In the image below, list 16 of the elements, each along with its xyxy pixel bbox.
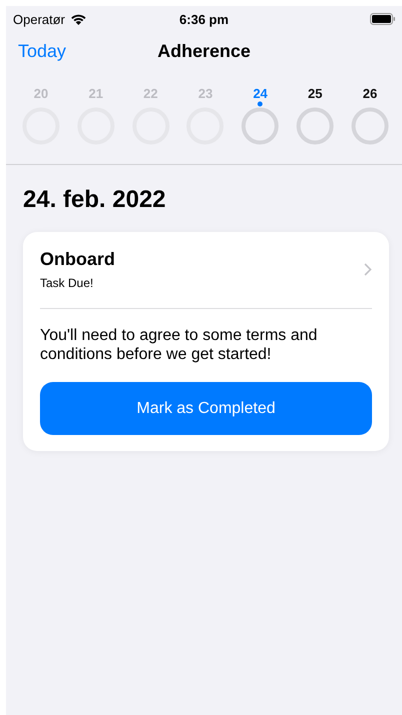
day-number[interactable]: 26 [362, 86, 378, 101]
chevron-right-icon[interactable] [364, 263, 372, 276]
task-description: You'll need to agree to some terms and conditions before we get started! [40, 326, 318, 364]
carrier-name: Operatør [13, 12, 66, 26]
date-heading: 24. feb. 2022 [23, 185, 167, 215]
task-title: Onboard [40, 249, 115, 270]
day-number[interactable]: 25 [308, 86, 322, 101]
battery-icon [370, 13, 396, 25]
task-status: Task Due! [40, 276, 94, 290]
status-time: 6:36 pm [179, 12, 229, 26]
screen-title: Adherence [157, 40, 251, 62]
mark-completed-button[interactable]: Mark as Completed [40, 382, 372, 435]
progress-ring [241, 101, 280, 145]
day-number[interactable]: 24 [253, 86, 268, 101]
wifi-icon [70, 13, 88, 25]
today-button[interactable]: Today [18, 40, 66, 62]
